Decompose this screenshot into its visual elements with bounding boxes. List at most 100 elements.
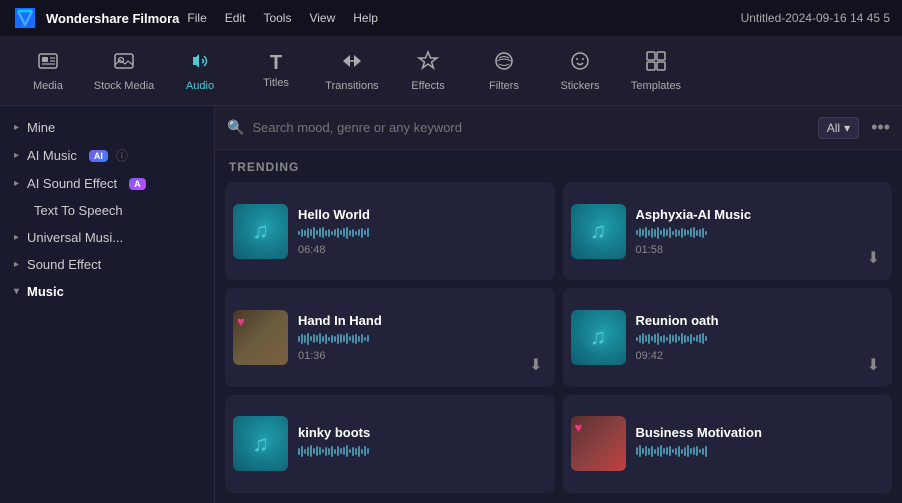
menu-tools[interactable]: Tools — [263, 11, 291, 25]
stock-media-icon — [113, 50, 135, 76]
more-options-icon[interactable]: ••• — [871, 117, 890, 138]
music-card-kinky-boots[interactable]: ♫ kinky boots — [225, 395, 555, 493]
card-thumb-business-motivation: ♥ — [571, 416, 626, 471]
effects-label: Effects — [411, 80, 444, 92]
ai-music-arrow-icon: ▸ — [14, 150, 19, 161]
media-icon — [37, 50, 59, 76]
content-area: 🔍 All ▾ ••• TRENDING ♫ Hello World — [215, 106, 902, 503]
card-info-asphyxia: Asphyxia-AI Music 01:58 — [636, 207, 885, 256]
menu-edit[interactable]: Edit — [225, 11, 246, 25]
templates-label: Templates — [631, 80, 681, 92]
music-card-business-motivation[interactable]: ♥ Business Motivation — [563, 395, 893, 493]
music-note-icon-kinky: ♫ — [252, 431, 269, 457]
heart-icon-biz: ♥ — [575, 420, 583, 435]
card-info-reunion-oath: Reunion oath 09:42 — [636, 313, 885, 362]
ai-sound-arrow-icon: ▸ — [14, 178, 19, 189]
sidebar-item-music[interactable]: ▾ Music — [0, 278, 214, 305]
waveform-reunion-oath — [636, 332, 885, 346]
sound-effect-arrow-icon: ▸ — [14, 259, 19, 270]
music-note-icon: ♫ — [252, 218, 269, 244]
download-icon-asphyxia[interactable]: ⬇ — [863, 244, 884, 272]
titlebar-left: Wondershare Filmora File Edit Tools View… — [12, 5, 378, 31]
universal-music-arrow-icon: ▸ — [14, 232, 19, 243]
menu-view[interactable]: View — [309, 11, 335, 25]
search-bar: 🔍 All ▾ ••• — [215, 106, 902, 150]
music-card-hand-in-hand[interactable]: ♥ Hand In Hand 01:36 ⬇ — [225, 288, 555, 386]
card-thumb-hello-world: ♫ — [233, 204, 288, 259]
toolbar: Media Stock Media Audio T Titles Transit… — [0, 36, 902, 106]
filters-label: Filters — [489, 80, 519, 92]
music-card-asphyxia[interactable]: ♫ Asphyxia-AI Music 01:58 ⬇ — [563, 182, 893, 280]
waveform-asphyxia — [636, 226, 885, 240]
sidebar-item-universal-music[interactable]: ▸ Universal Musi... — [0, 224, 214, 251]
search-icon: 🔍 — [227, 119, 244, 136]
sidebar-item-text-to-speech[interactable]: Text To Speech — [0, 197, 214, 224]
card-title-hello-world: Hello World — [298, 207, 547, 222]
music-card-hello-world[interactable]: ♫ Hello World 06:48 — [225, 182, 555, 280]
toolbar-titles[interactable]: T Titles — [238, 39, 314, 103]
text-to-speech-label: Text To Speech — [34, 203, 123, 218]
card-duration-hand-in-hand: 01:36 — [298, 350, 547, 362]
card-thumb-kinky-boots: ♫ — [233, 416, 288, 471]
sidebar-item-mine[interactable]: ▸ Mine — [0, 114, 214, 141]
sidebar-item-sound-effect[interactable]: ▸ Sound Effect — [0, 251, 214, 278]
music-card-reunion-oath[interactable]: ♫ Reunion oath 09:42 ⬇ — [563, 288, 893, 386]
card-thumb-asphyxia: ♫ — [571, 204, 626, 259]
media-label: Media — [33, 80, 63, 92]
card-title-asphyxia: Asphyxia-AI Music — [636, 207, 885, 222]
card-info-business-motivation: Business Motivation — [636, 425, 885, 462]
ai-music-badge: AI — [89, 150, 108, 162]
toolbar-effects[interactable]: Effects — [390, 39, 466, 103]
stickers-label: Stickers — [560, 80, 599, 92]
toolbar-stock-media[interactable]: Stock Media — [86, 39, 162, 103]
waveform-hello-world — [298, 226, 547, 240]
toolbar-templates[interactable]: Templates — [618, 39, 694, 103]
download-icon-hand-in-hand[interactable]: ⬇ — [525, 351, 546, 379]
card-info-hand-in-hand: Hand In Hand 01:36 — [298, 313, 547, 362]
toolbar-transitions[interactable]: Transitions — [314, 39, 390, 103]
effects-icon — [417, 50, 439, 76]
music-label: Music — [27, 284, 64, 299]
toolbar-filters[interactable]: Filters — [466, 39, 542, 103]
heart-icon-hand-in-hand: ♥ — [237, 314, 245, 329]
ai-sound-label: AI Sound Effect — [27, 176, 117, 191]
cards-grid: ♫ Hello World 06:48 ♫ Asphyxia-AI Music — [215, 182, 902, 503]
menu-help[interactable]: Help — [353, 11, 378, 25]
waveform-business-motivation — [636, 444, 885, 458]
sidebar-item-ai-sound-effect[interactable]: ▸ AI Sound Effect A — [0, 170, 214, 197]
search-input[interactable] — [252, 120, 809, 135]
transitions-icon — [341, 50, 363, 76]
main-content: ▸ Mine ▸ AI Music AI ⓘ ▸ AI Sound Effect… — [0, 106, 902, 503]
waveform-hand-in-hand — [298, 332, 547, 346]
mine-label: Mine — [27, 120, 55, 135]
titles-label: Titles — [263, 77, 289, 89]
filters-icon — [493, 50, 515, 76]
download-icon-reunion-oath[interactable]: ⬇ — [863, 351, 884, 379]
ai-music-label: AI Music — [27, 148, 77, 163]
card-title-reunion-oath: Reunion oath — [636, 313, 885, 328]
audio-label: Audio — [186, 80, 214, 92]
app-name: Wondershare Filmora — [46, 11, 179, 26]
card-thumb-hand-in-hand: ♥ — [233, 310, 288, 365]
toolbar-audio[interactable]: Audio — [162, 39, 238, 103]
window-title: Untitled-2024-09-16 14 45 5 — [741, 11, 890, 25]
chevron-down-icon: ▾ — [844, 121, 850, 135]
music-note-icon-reunion: ♫ — [590, 324, 607, 350]
toolbar-stickers[interactable]: Stickers — [542, 39, 618, 103]
ai-music-info-icon: ⓘ — [116, 147, 128, 164]
card-thumb-reunion-oath: ♫ — [571, 310, 626, 365]
titlebar: Wondershare Filmora File Edit Tools View… — [0, 0, 902, 36]
card-title-business-motivation: Business Motivation — [636, 425, 885, 440]
templates-icon — [645, 50, 667, 76]
trending-label: TRENDING — [215, 150, 902, 182]
sidebar-item-ai-music[interactable]: ▸ AI Music AI ⓘ — [0, 141, 214, 170]
toolbar-media[interactable]: Media — [10, 39, 86, 103]
transitions-label: Transitions — [325, 80, 378, 92]
card-info-kinky-boots: kinky boots — [298, 425, 547, 462]
card-title-kinky-boots: kinky boots — [298, 425, 547, 440]
app-logo-icon — [12, 5, 38, 31]
menu-file[interactable]: File — [187, 11, 206, 25]
search-filter-dropdown[interactable]: All ▾ — [818, 117, 859, 139]
card-info-hello-world: Hello World 06:48 — [298, 207, 547, 256]
ai-sound-badge: A — [129, 178, 146, 190]
